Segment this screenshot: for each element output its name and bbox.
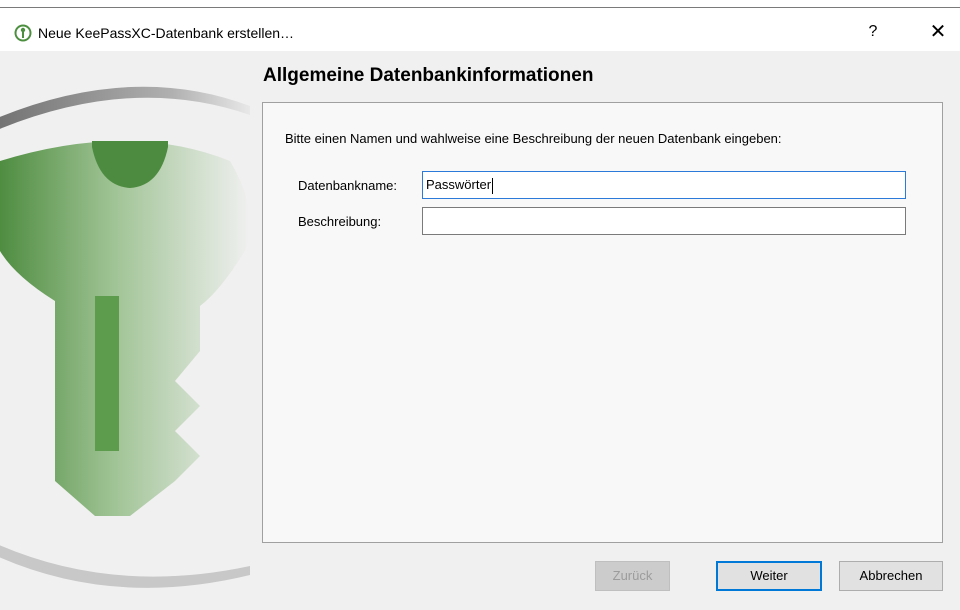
window-title: Neue KeePassXC-Datenbank erstellen… bbox=[38, 25, 295, 41]
database-name-input[interactable]: Passwörter bbox=[422, 171, 906, 199]
database-name-label: Datenbankname: bbox=[298, 178, 398, 193]
close-button[interactable]: ✕ bbox=[920, 17, 956, 47]
title-bar: Neue KeePassXC-Datenbank erstellen… ? ✕ bbox=[0, 8, 960, 51]
page-title: Allgemeine Datenbankinformationen bbox=[263, 65, 594, 86]
back-button[interactable]: Zurück bbox=[595, 561, 670, 591]
window-top-edge bbox=[0, 0, 960, 8]
content-panel: Bitte einen Namen und wahlweise eine Bes… bbox=[262, 102, 943, 543]
help-button[interactable]: ? bbox=[858, 17, 888, 47]
description-input[interactable] bbox=[422, 207, 906, 235]
cancel-button[interactable]: Abbrechen bbox=[839, 561, 943, 591]
text-caret bbox=[492, 177, 494, 194]
database-name-value: Passwörter bbox=[426, 177, 492, 192]
next-button[interactable]: Weiter bbox=[716, 561, 822, 591]
keepassxc-key-watermark-icon bbox=[0, 86, 250, 588]
dialog-body: Allgemeine Datenbankinformationen Bitte … bbox=[0, 51, 960, 610]
keepassxc-app-icon bbox=[14, 24, 32, 42]
instruction-text: Bitte einen Namen und wahlweise eine Bes… bbox=[285, 131, 782, 146]
description-label: Beschreibung: bbox=[298, 214, 382, 229]
